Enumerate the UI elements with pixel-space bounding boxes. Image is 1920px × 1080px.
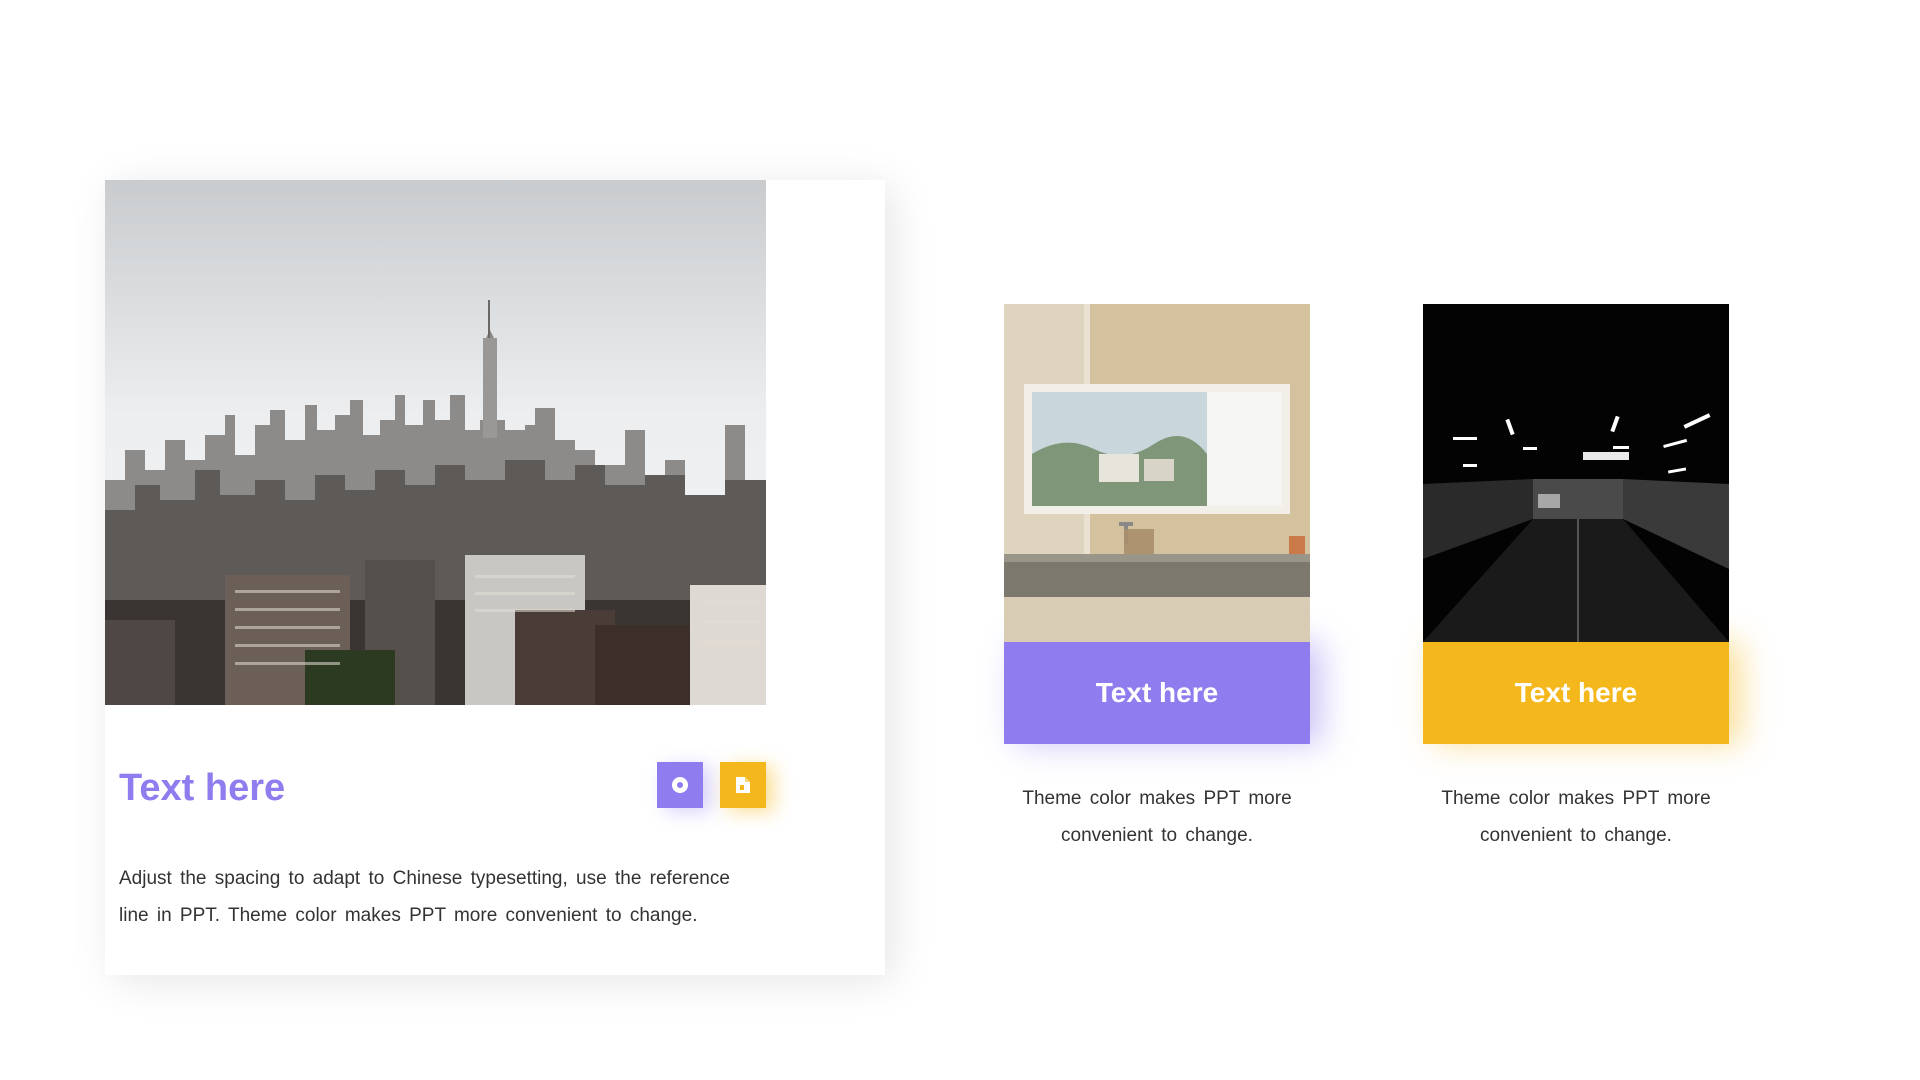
main-card: Text here Adjust the spacing to adapt to… bbox=[105, 180, 885, 975]
document-button[interactable] bbox=[720, 762, 766, 808]
disc-button[interactable] bbox=[657, 762, 703, 808]
feature-card-1-body: Theme color makes PPT more convenient to… bbox=[1022, 788, 1292, 846]
city-skyline-photo bbox=[105, 180, 766, 705]
feature-card-2-body: Theme color makes PPT more convenient to… bbox=[1441, 788, 1711, 846]
feature-card-2-label: Text here bbox=[1423, 642, 1729, 744]
disc-icon bbox=[672, 777, 688, 793]
feature-card-1: Text here Theme color makes PPT more con… bbox=[1004, 304, 1310, 854]
document-icon bbox=[736, 777, 750, 793]
parking-garage-photo bbox=[1423, 304, 1729, 642]
main-card-title: Text here bbox=[119, 767, 286, 809]
slide: Text here Adjust the spacing to adapt to… bbox=[0, 0, 1920, 1080]
main-card-body: Adjust the spacing to adapt to Chinese t… bbox=[119, 868, 730, 926]
window-room-photo bbox=[1004, 304, 1310, 642]
feature-card-1-label: Text here bbox=[1004, 642, 1310, 744]
feature-card-2: Text here Theme color makes PPT more con… bbox=[1423, 304, 1729, 854]
